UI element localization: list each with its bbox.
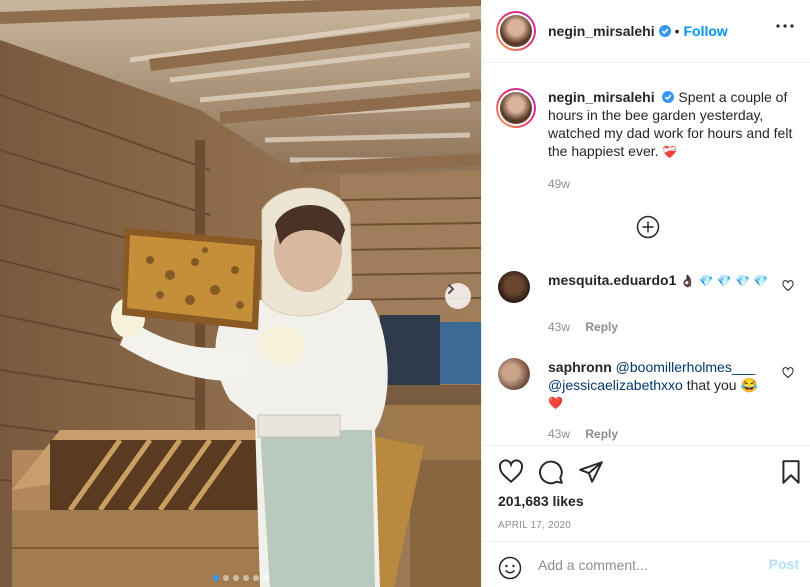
- carousel-dot: [252, 575, 259, 581]
- chevron-right-icon: [448, 284, 455, 294]
- more-options-icon[interactable]: [776, 24, 794, 28]
- caption-timestamp[interactable]: 49w: [548, 175, 798, 193]
- avatar-story-ring[interactable]: [496, 11, 536, 51]
- comment-text: 👌🏿 💎 💎 💎 💎: [680, 274, 769, 288]
- comment-body: saphronn @boomillerholmes___ @jessicaeli…: [548, 358, 770, 412]
- post-comment-button[interactable]: Post: [769, 556, 799, 572]
- add-comment-bar: Post: [482, 541, 810, 587]
- post-actions: 201,683 likes APRIL 17, 2020: [482, 445, 810, 541]
- comment-emoji: ❤️: [548, 396, 563, 410]
- follow-button[interactable]: Follow: [684, 23, 728, 39]
- verified-badge-icon: [662, 91, 675, 103]
- post-date[interactable]: APRIL 17, 2020: [498, 520, 571, 531]
- post-photo[interactable]: [0, 0, 481, 587]
- caption-emoji: ❤️‍🩹: [662, 145, 678, 159]
- header-username[interactable]: negin_mirsalehi: [548, 23, 655, 39]
- comment-bubble-icon[interactable]: [538, 459, 564, 485]
- carousel-next-button[interactable]: [445, 283, 471, 309]
- share-paper-plane-icon[interactable]: [578, 459, 604, 485]
- comment-timestamp[interactable]: 43w: [548, 427, 570, 441]
- comment-meta: 43w Reply: [548, 320, 618, 334]
- carousel-dot: [242, 575, 249, 581]
- avatar: [500, 15, 532, 47]
- comment-mention[interactable]: @boomillerholmes___: [616, 359, 756, 375]
- caption-avatar-ring[interactable]: [496, 88, 536, 128]
- header-separator: •: [674, 23, 680, 39]
- comment-meta: 43w Reply: [548, 427, 618, 441]
- likes-count[interactable]: 201,683 likes: [498, 493, 584, 509]
- comment-username[interactable]: mesquita.eduardo1: [548, 272, 676, 288]
- post-side-panel: negin_mirsalehi • Follow negin_mirsalehi: [481, 0, 810, 587]
- comment-username[interactable]: saphronn: [548, 359, 612, 375]
- save-bookmark-icon[interactable]: [778, 459, 804, 485]
- comment-avatar[interactable]: [498, 358, 530, 390]
- comment-timestamp[interactable]: 43w: [548, 320, 570, 334]
- carousel-dot: [222, 575, 229, 581]
- verified-badge-icon: [658, 25, 671, 37]
- emoji-smiley-icon[interactable]: [498, 556, 522, 580]
- comment-mention[interactable]: @jessicaelizabethxxo: [548, 377, 683, 393]
- comment-body: mesquita.eduardo1 👌🏿 💎 💎 💎 💎: [548, 271, 770, 290]
- comments-section[interactable]: negin_mirsalehi Spent a couple of hours …: [482, 64, 810, 445]
- carousel-dot: [262, 575, 269, 581]
- reply-button[interactable]: Reply: [585, 320, 618, 334]
- carousel-dot: [212, 575, 219, 581]
- like-heart-icon[interactable]: [498, 459, 524, 485]
- load-more-comments-icon[interactable]: [636, 215, 660, 239]
- caption-body: negin_mirsalehi Spent a couple of hours …: [548, 88, 798, 193]
- heart-outline-icon[interactable]: [782, 280, 794, 292]
- post-header: negin_mirsalehi • Follow: [482, 0, 810, 63]
- carousel-dot: [232, 575, 239, 581]
- comment-avatar[interactable]: [498, 271, 530, 303]
- beekeeping-photo: [0, 0, 481, 587]
- comment-text: that you 😂: [686, 377, 758, 393]
- comment-input[interactable]: [538, 552, 758, 578]
- reply-button[interactable]: Reply: [585, 427, 618, 441]
- heart-outline-icon[interactable]: [782, 367, 794, 379]
- post-caption: negin_mirsalehi Spent a couple of hours …: [496, 88, 806, 191]
- caption-avatar: [500, 92, 532, 124]
- caption-username[interactable]: negin_mirsalehi: [548, 89, 655, 105]
- carousel-indicator: [0, 575, 481, 581]
